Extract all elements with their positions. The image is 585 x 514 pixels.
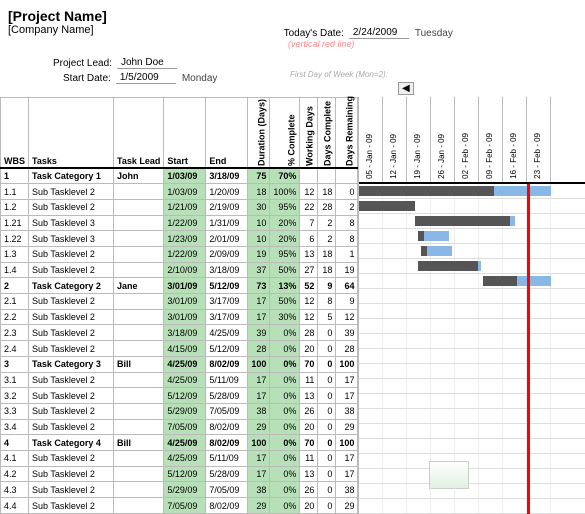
col-dr: Days Remaining xyxy=(336,98,358,168)
lead-value[interactable]: John Doe xyxy=(117,57,177,69)
project-title: [Project Name] xyxy=(8,8,577,24)
gantt-bar-complete xyxy=(359,201,415,211)
table-row[interactable]: 3.4Sub Tasklevel 27/05/098/02/09290%2002… xyxy=(1,419,358,435)
table-row[interactable]: 1.22Sub Tasklevel 31/23/092/01/091020%62… xyxy=(1,231,358,247)
task-table: WBS Tasks Task Lead Start End Duration (… xyxy=(0,97,358,514)
gantt-date-header: 23 - Feb - 09 xyxy=(527,97,551,182)
gantt-row xyxy=(359,214,585,229)
gantt-row xyxy=(359,349,585,364)
gantt-row xyxy=(359,424,585,439)
gantt-row xyxy=(359,484,585,499)
today-value[interactable]: 2/24/2009 xyxy=(349,27,409,39)
table-row[interactable]: 4.3Sub Tasklevel 25/29/097/05/09380%2603… xyxy=(1,482,358,498)
table-area: WBS Tasks Task Lead Start End Duration (… xyxy=(0,97,585,514)
gantt-date-header: 09 - Feb - 09 xyxy=(479,97,503,182)
gantt-row xyxy=(359,259,585,274)
gantt-bar-complete xyxy=(415,216,510,226)
gantt-row xyxy=(359,199,585,214)
startdate-label: Start Date: xyxy=(63,73,111,84)
gantt-row xyxy=(359,454,585,469)
table-row[interactable]: 1.2Sub Tasklevel 21/21/092/19/093095%222… xyxy=(1,199,358,215)
gantt-bar-complete xyxy=(421,246,427,256)
gantt-date-header: 05 - Jan - 09 xyxy=(359,97,383,182)
gantt-date-header: 02 - Feb - 09 xyxy=(455,97,479,182)
col-end: End xyxy=(206,98,248,168)
table-row[interactable]: 2.3Sub Tasklevel 23/18/094/25/09390%2803… xyxy=(1,325,358,341)
first-day-note: First Day of Week (Mon=2): xyxy=(290,70,388,79)
col-wd: Working Days xyxy=(300,98,318,168)
gantt-header: 05 - Jan - 0912 - Jan - 0919 - Jan - 092… xyxy=(359,97,585,184)
gantt-row xyxy=(359,379,585,394)
today-day: Tuesday xyxy=(415,28,453,39)
gantt-bar-complete xyxy=(418,261,478,271)
table-row[interactable]: 1.21Sub Tasklevel 31/22/091/31/091020%72… xyxy=(1,215,358,231)
gantt-bar-complete xyxy=(359,186,494,196)
gantt-row xyxy=(359,499,585,514)
gantt-chart: 05 - Jan - 0912 - Jan - 0919 - Jan - 092… xyxy=(358,97,585,514)
redline-note: (vertical red line) xyxy=(288,39,577,49)
gantt-date-header: 12 - Jan - 09 xyxy=(383,97,407,182)
gantt-bar-complete xyxy=(418,231,424,241)
gantt-date-header: 16 - Feb - 09 xyxy=(503,97,527,182)
table-row[interactable]: 4.2Sub Tasklevel 25/12/095/28/09170%1301… xyxy=(1,466,358,482)
table-row[interactable]: 2Task Category 2Jane3/01/095/12/097313%5… xyxy=(1,278,358,294)
startdate-day: Monday xyxy=(182,73,218,84)
gantt-row xyxy=(359,304,585,319)
header-row: WBS Tasks Task Lead Start End Duration (… xyxy=(1,98,358,168)
col-tasks: Tasks xyxy=(29,98,114,168)
gantt-row xyxy=(359,469,585,484)
table-row[interactable]: 4.1Sub Tasklevel 24/25/095/11/09170%1101… xyxy=(1,450,358,466)
table-row[interactable]: 3.2Sub Tasklevel 25/12/095/28/09170%1301… xyxy=(1,388,358,404)
col-dc: Days Complete xyxy=(318,98,336,168)
table-row[interactable]: 3.1Sub Tasklevel 24/25/095/11/09170%1101… xyxy=(1,372,358,388)
table-row[interactable]: 1.3Sub Tasklevel 21/22/092/09/091995%131… xyxy=(1,247,358,263)
gantt-bar-complete xyxy=(483,276,517,286)
today-label: Today's Date: xyxy=(284,28,344,39)
gantt-row xyxy=(359,229,585,244)
gantt-row xyxy=(359,394,585,409)
col-duration: Duration (Days) xyxy=(248,98,270,168)
gantt-row xyxy=(359,184,585,199)
table-row[interactable]: 1Task Category 1John1/03/093/18/097570% xyxy=(1,168,358,184)
gantt-row xyxy=(359,364,585,379)
gantt-date-header: 26 - Jan - 09 xyxy=(431,97,455,182)
table-row[interactable]: 3.3Sub Tasklevel 25/29/097/05/09380%2603… xyxy=(1,403,358,419)
left-arrow-icon[interactable]: ◀ xyxy=(398,82,414,95)
col-wbs: WBS xyxy=(1,98,29,168)
gantt-row xyxy=(359,244,585,259)
lead-label: Project Lead: xyxy=(53,58,112,69)
table-row[interactable]: 2.2Sub Tasklevel 23/01/093/17/091730%125… xyxy=(1,309,358,325)
gantt-row xyxy=(359,439,585,454)
gantt-rows xyxy=(359,184,585,514)
col-lead: Task Lead xyxy=(114,98,164,168)
startdate-value[interactable]: 1/5/2009 xyxy=(116,72,176,84)
col-start: Start xyxy=(164,98,206,168)
table-row[interactable]: 4Task Category 4Bill4/25/098/02/091000%7… xyxy=(1,435,358,451)
col-pct: % Complete xyxy=(270,98,300,168)
table-row[interactable]: 2.4Sub Tasklevel 24/15/095/12/09280%2002… xyxy=(1,341,358,357)
gantt-row xyxy=(359,274,585,289)
table-row[interactable]: 3Task Category 3Bill4/25/098/02/091000%7… xyxy=(1,356,358,372)
gantt-row xyxy=(359,409,585,424)
gantt-row xyxy=(359,289,585,304)
today-line xyxy=(527,184,530,514)
table-row[interactable]: 2.1Sub Tasklevel 23/01/093/17/091750%128… xyxy=(1,294,358,310)
table-row[interactable]: 1.4Sub Tasklevel 22/10/093/18/093750%271… xyxy=(1,262,358,278)
gantt-date-header: 19 - Jan - 09 xyxy=(407,97,431,182)
company-name: [Company Name] xyxy=(8,24,94,39)
gantt-row xyxy=(359,334,585,349)
table-row[interactable]: 1.1Sub Tasklevel 21/03/091/20/0918100%12… xyxy=(1,184,358,200)
gantt-row xyxy=(359,319,585,334)
